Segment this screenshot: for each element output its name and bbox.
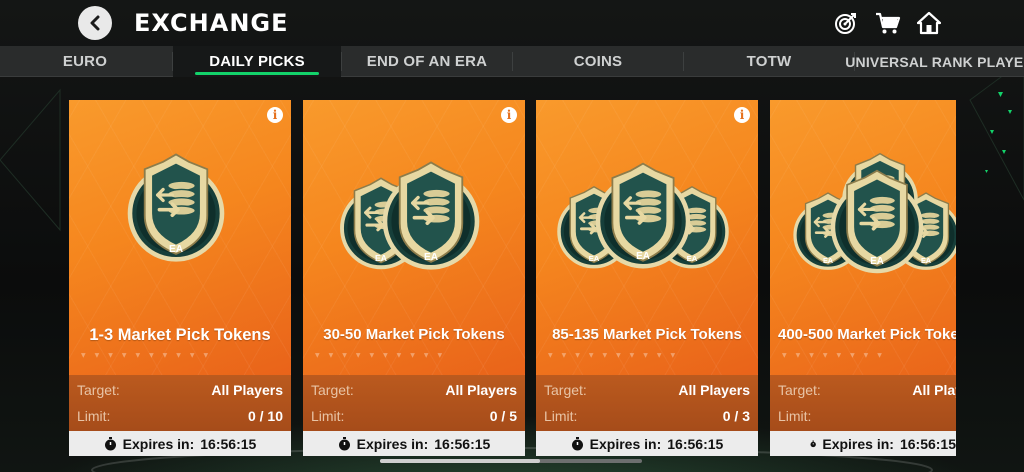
card-details: Target: All Players Limit: 0 / 5: [303, 375, 525, 431]
exchange-card[interactable]: i EA 1-3 Market Pick Tokens ▼▼▼▼▼▼▼▼▼▼ T…: [69, 100, 291, 456]
target-row: Target: All Players: [311, 379, 517, 401]
card-title: 400-500 Market Pick Tokens: [778, 326, 956, 343]
top-bar: EXCHANGE: [0, 0, 1024, 46]
decorative-dots: ▼▼▼▼▼▼▼▼▼▼: [315, 352, 452, 359]
expiry-label: Expires in:: [356, 435, 429, 452]
svg-text:EA: EA: [375, 253, 387, 263]
expiry-bar: Expires in: 16:56:15: [536, 431, 758, 456]
tab-daily-picks[interactable]: DAILY PICKS: [173, 46, 341, 77]
tab-euro[interactable]: EURO: [20, 46, 150, 77]
page-title: EXCHANGE: [134, 9, 289, 37]
limit-value: 0 / 10: [247, 408, 283, 424]
expiry-time: 16:56:15: [667, 435, 724, 452]
card-header: i EA EA 30-50 Market Pick Tokens ▼▼▼▼▼▼▼▼…: [303, 100, 525, 375]
limit-value: 0 / 3: [722, 408, 750, 424]
market-pick-token-icon: EA: [127, 153, 225, 262]
expiry-time: 16:56:15: [434, 435, 491, 452]
limit-value: 0 / 5: [489, 408, 517, 424]
store-button[interactable]: [875, 10, 901, 36]
limit-row: Limit:: [778, 405, 956, 427]
card-details: Target: All Players Limit: 0 / 3: [536, 375, 758, 431]
home-icon: [917, 11, 941, 35]
tab-universal-rank-player[interactable]: UNIVERSAL RANK PLAYER: [845, 46, 1024, 77]
expiry-bar: Expires in: 16:56:15: [303, 431, 525, 456]
stopwatch-icon: [571, 436, 583, 450]
market-pick-token-icon: EAEAEAEA: [793, 152, 956, 274]
objectives-icon: [835, 13, 856, 34]
expiry-label: Expires in:: [122, 435, 195, 452]
target-row: Target: All Players: [77, 379, 283, 401]
target-value: All Players: [445, 382, 517, 398]
expiry-bar: Expires in: 16:56:15: [770, 431, 956, 456]
info-icon[interactable]: i: [501, 107, 517, 123]
target-row: Target: All Players: [544, 379, 750, 401]
card-title: 85-135 Market Pick Tokens: [552, 326, 742, 343]
info-icon[interactable]: i: [267, 107, 283, 123]
back-button[interactable]: [78, 6, 112, 40]
target-value: All Players: [211, 382, 283, 398]
expiry-time: 16:56:15: [899, 435, 956, 452]
back-icon: [90, 15, 100, 31]
horizontal-scrollbar[interactable]: [380, 459, 642, 463]
target-label: Target:: [778, 382, 821, 398]
scrollbar-thumb[interactable]: [380, 459, 540, 463]
exchange-card[interactable]: i EA EA 30-50 Market Pick Tokens ▼▼▼▼▼▼▼▼…: [303, 100, 525, 456]
svg-text:EA: EA: [424, 252, 439, 263]
svg-text:EA: EA: [921, 256, 932, 265]
limit-label: Limit:: [311, 408, 345, 424]
target-value: All Players: [678, 382, 750, 398]
info-icon[interactable]: i: [734, 107, 750, 123]
target-label: Target:: [311, 382, 354, 398]
objectives-button[interactable]: [833, 10, 859, 36]
limit-label: Limit:: [778, 408, 812, 424]
expiry-label: Expires in:: [822, 435, 894, 452]
svg-text:EA: EA: [589, 254, 600, 263]
decorative-dots: ▼▼▼▼▼▼▼▼▼▼: [548, 352, 685, 359]
svg-text:EA: EA: [687, 254, 698, 263]
stopwatch-icon: [338, 436, 350, 450]
target-value: All Players: [912, 382, 956, 398]
tab-totw[interactable]: TOTW: [684, 46, 854, 77]
exchange-card[interactable]: EAEAEAEA 400-500 Market Pick Tokens ▼▼▼▼…: [770, 100, 956, 456]
expiry-bar: Expires in: 16:56:15: [69, 431, 291, 456]
exchange-card[interactable]: i EA EA EA 85-135 Market Pick Tokens ▼▼▼▼▼…: [536, 100, 758, 456]
limit-row: Limit: 0 / 3: [544, 405, 750, 427]
svg-text:EA: EA: [636, 251, 650, 262]
card-header: i EA 1-3 Market Pick Tokens ▼▼▼▼▼▼▼▼▼▼: [69, 100, 291, 375]
store-cart-icon: [876, 12, 901, 34]
limit-label: Limit:: [77, 408, 111, 424]
target-label: Target:: [544, 382, 587, 398]
card-header: i EA EA EA 85-135 Market Pick Tokens ▼▼▼▼▼…: [536, 100, 758, 375]
card-details: Target: All Players Limit: 0 / 10: [69, 375, 291, 431]
market-pick-token-icon: EA EA: [340, 161, 480, 270]
home-button[interactable]: [916, 10, 942, 36]
svg-text:EA: EA: [870, 256, 883, 267]
svg-text:EA: EA: [169, 244, 184, 255]
decorative-dots: ▼▼▼▼▼▼▼▼: [782, 352, 891, 359]
decorative-dots: ▼▼▼▼▼▼▼▼▼▼: [81, 352, 218, 359]
card-title: 30-50 Market Pick Tokens: [323, 326, 505, 343]
card-title: 1-3 Market Pick Tokens: [89, 326, 271, 344]
target-row: Target: All Players: [778, 379, 956, 401]
card-details: Target: All Players Limit:: [770, 375, 956, 431]
expiry-time: 16:56:15: [200, 435, 257, 452]
limit-label: Limit:: [544, 408, 578, 424]
limit-row: Limit: 0 / 10: [77, 405, 283, 427]
svg-text:EA: EA: [823, 256, 834, 265]
stopwatch-icon: [810, 440, 816, 447]
market-pick-token-icon: EA EA EA: [557, 162, 729, 269]
stopwatch-icon: [104, 436, 116, 450]
target-label: Target:: [77, 382, 120, 398]
card-header: EAEAEAEA 400-500 Market Pick Tokens ▼▼▼▼…: [770, 100, 956, 375]
limit-row: Limit: 0 / 5: [311, 405, 517, 427]
tab-end-of-an-era[interactable]: END OF AN ERA: [342, 46, 512, 77]
tab-coins[interactable]: COINS: [513, 46, 683, 77]
category-tabs: EURO DAILY PICKS END OF AN ERA COINS TOT…: [0, 46, 1024, 77]
expiry-label: Expires in:: [589, 435, 662, 452]
